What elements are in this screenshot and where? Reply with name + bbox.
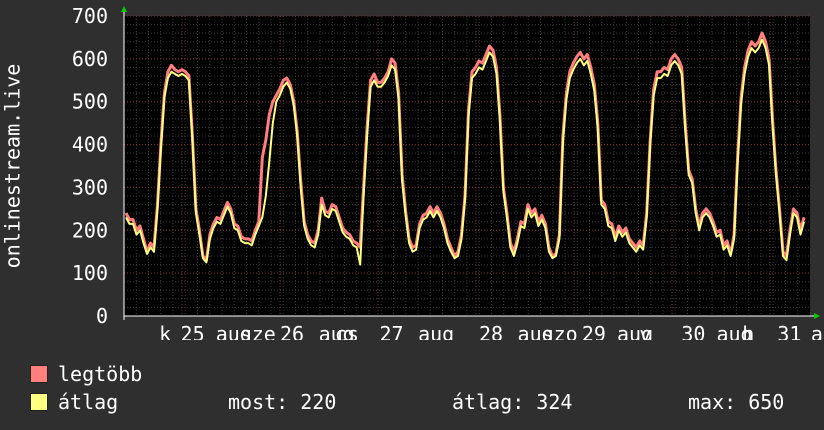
y-tick-label: 300 (72, 175, 108, 199)
x-tick-label: 31 (777, 322, 801, 340)
x-tick-label: k (159, 322, 171, 340)
x-tick-label: 27 (379, 322, 403, 340)
y-tick-label: 700 (72, 4, 108, 28)
x-tick-label: h (742, 322, 754, 340)
y-tick-label: 0 (96, 304, 108, 328)
x-tick-label: a (811, 322, 823, 340)
legend-swatch-max (30, 365, 48, 383)
legend-label-max: legtöbb (58, 362, 143, 386)
stat-average: átlag: 324 (452, 390, 573, 414)
x-tick-label: v (639, 322, 651, 340)
chart-canvas: 0100200300400500600700 k 25 augsze 26 augcs 2… (72, 4, 823, 340)
x-tick-label: 25 (181, 322, 205, 340)
x-tick-label: aug (418, 322, 454, 340)
y-axis-label: onlinestream.live (0, 16, 24, 316)
legend-item-max: legtöbb (30, 360, 142, 388)
y-axis-label-text: onlinestream.live (0, 63, 25, 269)
x-tick-label: 26 (280, 322, 304, 340)
x-tick-label: 28 (479, 322, 503, 340)
y-tick-label: 500 (72, 90, 108, 114)
stat-current: most: 220 (228, 390, 337, 414)
y-tick-label: 100 (72, 261, 108, 285)
legend-item-average: átlag (30, 388, 118, 416)
y-tick-label: 400 (72, 133, 108, 157)
y-axis-arrow (121, 6, 127, 12)
stat-max: max: 650 (688, 390, 785, 414)
x-axis-ticks: k 25 augsze 26 augcs 27 aug 28 augszo 29 augv 30 aug… (159, 322, 823, 340)
y-tick-label: 200 (72, 218, 108, 242)
x-tick-label: sze (240, 322, 276, 340)
legend-label-average: átlag (58, 390, 119, 414)
x-axis-arrow (814, 313, 820, 319)
x-tick-label: cs (335, 322, 359, 340)
y-axis-ticks: 0 100 200 300 400 500 600 700 (72, 4, 108, 328)
x-tick-label: szo (542, 322, 578, 340)
y-tick-label: 600 (72, 47, 108, 71)
x-tick-label: 29 (582, 322, 606, 340)
x-tick-label: 30 (681, 322, 705, 340)
legend-swatch-average (30, 393, 48, 411)
